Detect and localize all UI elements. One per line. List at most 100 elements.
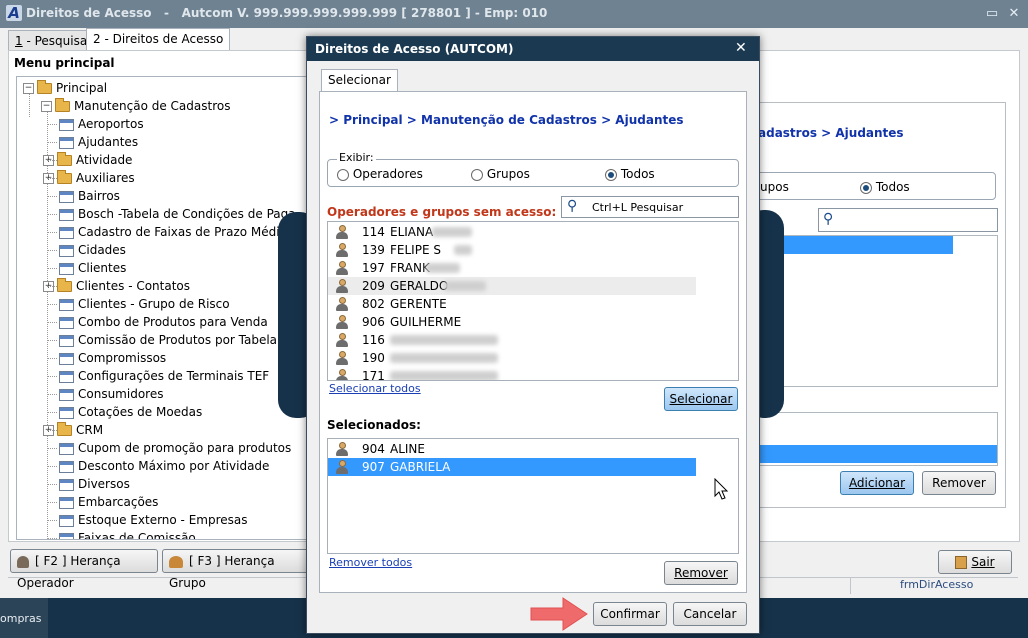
heranca-operador-button[interactable]: [ F2 ] Herança Operador (10, 549, 158, 590)
tree-item[interactable]: Cupom de promoção para produtos (47, 439, 291, 457)
bg-radio-todos[interactable]: Todos (860, 180, 910, 194)
tree-item[interactable]: Cidades (47, 241, 126, 259)
selecionados-list[interactable]: 904 ALINE 907 GABRIELA (327, 438, 739, 554)
minimize-icon[interactable]: ▭ (984, 6, 1000, 22)
user-row[interactable]: 906 GUILHERME (328, 313, 696, 331)
tree-item-label: Atividade (76, 153, 133, 167)
redacted-name (426, 263, 460, 273)
tree-item[interactable]: Faixas de Comissão (47, 529, 196, 539)
tree-item[interactable]: + CRM (43, 421, 103, 439)
user-icon (17, 555, 29, 568)
user-row[interactable]: 114 ELIANA (328, 223, 696, 241)
exit-door-icon (955, 556, 968, 569)
tree-item-label: Cadastro de Faixas de Prazo Médio (78, 225, 287, 239)
sair-button[interactable]: Sair (938, 550, 1012, 574)
tree-root-label: Principal (56, 81, 108, 95)
user-icon (336, 243, 348, 257)
selecionar-button[interactable]: Selecionar (664, 387, 738, 411)
user-name: GERENTE (390, 297, 447, 311)
bg-list-selecionados[interactable] (756, 412, 998, 466)
form-page-icon (59, 262, 74, 275)
bg-remover-button[interactable]: Remover (922, 471, 996, 495)
tree-group-manutencao[interactable]: − Manutenção de Cadastros (41, 97, 230, 115)
radio-todos-label: Todos (620, 167, 655, 181)
tree-item[interactable]: Bairros (47, 187, 120, 205)
tree-item[interactable]: + Auxiliares (43, 169, 135, 187)
user-row[interactable]: 139 FELIPE S (328, 241, 696, 259)
user-name: GERALDO (390, 279, 449, 293)
close-icon[interactable]: ✕ (1006, 6, 1022, 22)
taskbar-item[interactable]: ompras (0, 598, 48, 638)
tab-selecionar[interactable]: Selecionar (321, 69, 398, 92)
tree-item[interactable]: Cotações de Moedas (47, 403, 202, 421)
tree-item[interactable]: Combo de Produtos para Venda (47, 313, 268, 331)
tree-item[interactable]: Aeroportos (47, 115, 144, 133)
user-row[interactable]: 171 (328, 367, 696, 380)
user-row[interactable]: 907 GABRIELA (328, 458, 696, 476)
rights-dialog: Direitos de Acesso (AUTCOM) ✕ Selecionar… (306, 36, 760, 634)
user-row[interactable]: 116 (328, 331, 696, 349)
user-icon (336, 261, 348, 275)
tree-root-principal[interactable]: − Principal (23, 79, 107, 97)
tree-item[interactable]: Compromissos (47, 349, 166, 367)
cancelar-button[interactable]: Cancelar (673, 602, 747, 626)
bg-list-selected-row[interactable] (757, 236, 953, 254)
collapse-icon[interactable]: − (41, 101, 52, 112)
user-name: ELIANA (390, 225, 434, 239)
tree-item[interactable]: Embarcações (47, 493, 158, 511)
form-page-icon (59, 244, 74, 257)
tab-direitos-label: - Direitos de Acesso (100, 32, 224, 46)
exibir-label: Exibir: (337, 151, 376, 164)
tree-item[interactable]: Ajudantes (47, 133, 138, 151)
dialog-close-icon[interactable]: ✕ (735, 40, 747, 56)
collapse-icon[interactable]: − (23, 83, 34, 94)
tree-item[interactable]: Bosch -Tabela de Condições de Paga (47, 205, 296, 223)
bg-list-sem-acesso[interactable] (756, 235, 998, 387)
tree-item[interactable]: + Clientes - Contatos (43, 277, 190, 295)
tree-item[interactable]: Configurações de Terminais TEF (47, 367, 269, 385)
tab-pesquisar-label: - Pesquisar (22, 34, 93, 48)
user-row[interactable]: 190 (328, 349, 696, 367)
sem-acesso-list[interactable]: 114 ELIANA 139 FELIPE S 197 FRANK 209 GERALDO 80… (327, 221, 739, 381)
tree-item-label: Auxiliares (76, 171, 135, 185)
confirmar-button[interactable]: Confirmar (593, 602, 667, 626)
heranca-grupo-button[interactable]: [ F3 ] Herança Grupo (162, 549, 310, 590)
tree-item-label: Diversos (78, 477, 130, 491)
tab-pesquisar-number: 1 (15, 34, 23, 48)
user-row[interactable]: 209 GERALDO (328, 277, 696, 295)
search-input[interactable]: ⚲ Ctrl+L Pesquisar (561, 196, 739, 218)
user-row[interactable]: 802 GERENTE (328, 295, 696, 313)
selecionar-todos-link[interactable]: Selecionar todos (329, 382, 421, 395)
remover-label: Remover (674, 566, 728, 580)
radio-unchecked-icon (471, 168, 483, 181)
form-page-icon (59, 370, 74, 383)
tree-item-label: Estoque Externo - Empresas (78, 513, 248, 527)
user-row[interactable]: 904 ALINE (328, 440, 696, 458)
user-row[interactable]: 197 FRANK (328, 259, 696, 277)
remover-todos-link[interactable]: Remover todos (329, 556, 412, 569)
tree-item[interactable]: + Atividade (43, 151, 133, 169)
tree-item[interactable]: Clientes - Grupo de Risco (47, 295, 230, 313)
bg-search-input[interactable]: ⚲ (818, 208, 998, 232)
selecionados-title: Selecionados: (327, 418, 421, 432)
tree-item[interactable]: Cadastro de Faixas de Prazo Médio (47, 223, 287, 241)
remover-button[interactable]: Remover (664, 561, 738, 585)
tree-item[interactable]: Clientes (47, 259, 126, 277)
tree-item[interactable]: Diversos (47, 475, 130, 493)
confirmar-label: Confirmar (600, 607, 660, 621)
tree-item[interactable]: Desconto Máximo por Atividade (47, 457, 269, 475)
tree-item[interactable]: Estoque Externo - Empresas (47, 511, 248, 529)
title-bar: A Direitos de Acesso - Autcom V. 999.999… (0, 0, 1028, 28)
menu-tree[interactable]: − Principal − Manutenção de Cadastros Aero… (16, 76, 318, 540)
radio-todos[interactable]: Todos (605, 167, 655, 181)
bg-list-selected-row[interactable] (757, 445, 997, 463)
app-logo-icon: A (6, 5, 22, 21)
radio-operadores[interactable]: Operadores (337, 167, 423, 181)
radio-grupos[interactable]: Grupos (471, 167, 530, 181)
adicionar-button[interactable]: Adicionar (840, 471, 914, 495)
bg-radio-todos-label: Todos (875, 180, 910, 194)
tab-direitos-de-acesso[interactable]: 2 - Direitos de Acesso (86, 28, 231, 51)
dialog-title: Direitos de Acesso (AUTCOM) (315, 42, 514, 56)
tree-item[interactable]: Consumidores (47, 385, 163, 403)
tree-item[interactable]: Comissão de Produtos por Tabela (47, 331, 277, 349)
